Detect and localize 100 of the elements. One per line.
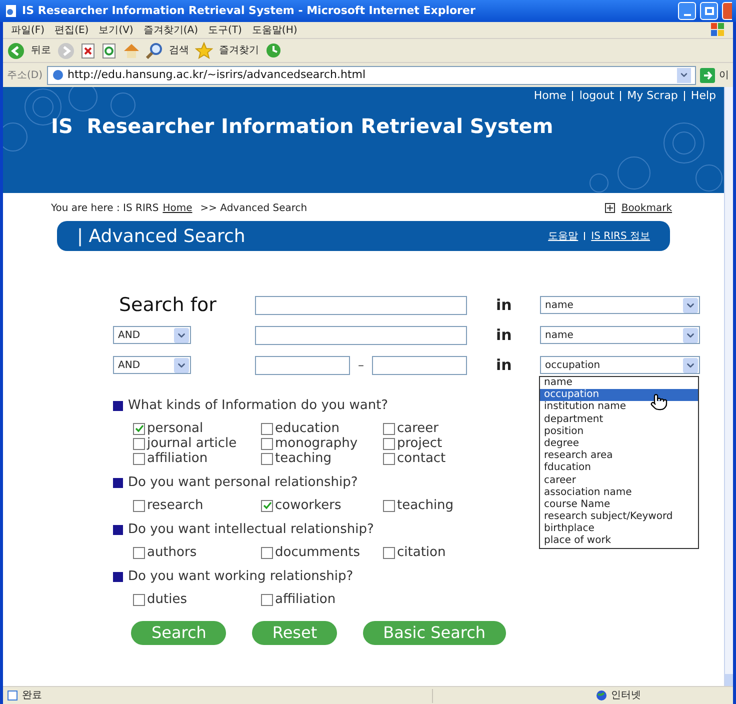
checkbox-label: teaching [275,450,332,468]
checkbox[interactable] [383,452,395,464]
dropdown-option[interactable]: fducation [540,462,698,474]
home-icon[interactable] [123,42,140,58]
checkbox[interactable] [383,546,395,558]
checkbox-label: affiliation [147,450,208,468]
dropdown-option[interactable]: position [540,426,698,438]
dropdown-option[interactable]: research area [540,450,698,462]
checkbox[interactable] [261,500,273,512]
browser-icon [4,4,18,18]
select-field[interactable]: name [540,326,700,344]
bullet-square-icon [113,401,123,411]
go-button-label[interactable]: 이 [719,68,729,82]
search-text-field[interactable] [255,326,467,344]
minimize-button[interactable] [678,2,696,20]
dropdown-option[interactable]: association name [540,486,698,499]
checkbox[interactable] [383,438,395,450]
header-link[interactable]: Home [534,88,566,104]
checkbox[interactable] [133,546,145,558]
checkbox-label: authors [147,544,197,562]
search-for-label: Search for [119,292,216,318]
checkbox-label: citation [397,544,446,562]
select-field[interactable]: occupation [540,356,700,374]
breadcrumb-text: You are here : IS RIRS [51,202,159,216]
dropdown-option[interactable]: career [540,474,698,487]
checkbox[interactable] [133,438,145,450]
select-field[interactable]: AND [113,326,191,344]
search-button-label[interactable]: 검색 [169,43,189,58]
scrollbar[interactable] [724,87,733,686]
dropdown-option[interactable]: research subject/Keyword [540,511,698,524]
select-field[interactable]: name [540,296,700,314]
checkbox-label: documments [275,544,360,562]
checkbox-label: journal article [147,435,237,452]
star-icon[interactable] [195,42,213,59]
menu-item[interactable]: 파일(F) [11,22,45,38]
menu-item[interactable]: 즐겨찾기(A) [143,22,198,38]
dropdown-option[interactable]: course Name [540,498,698,512]
section-question: Do you want working relationship? [128,568,354,586]
section-link[interactable]: IS RIRS 정보 [591,228,650,244]
in-label: in [496,324,513,346]
checkbox-label: monography [275,434,358,452]
dropdown-option[interactable]: occupation [540,389,698,402]
checkbox[interactable] [383,500,395,512]
dropdown-option[interactable]: department [540,414,698,426]
window-title: IS Researcher Information Retrieval System - Microsoft Internet Explorer [22,2,476,19]
section-link[interactable]: 도움말 [548,228,578,244]
checkbox-label: teaching [397,496,454,515]
dropdown-option[interactable]: place of work [540,535,698,548]
search-text-field[interactable] [255,296,467,314]
dropdown-option[interactable]: birthplace [540,523,698,536]
breadcrumb-current: >> Advanced Search [200,202,308,216]
go-arrow-icon[interactable] [700,68,715,82]
range-separator: – [357,357,365,374]
header-link[interactable]: logout [579,88,614,104]
home-link[interactable]: Home [162,200,192,216]
back-icon[interactable] [7,42,25,60]
checkbox-label: research [147,496,204,515]
history-icon[interactable] [265,42,282,59]
bookmark-link[interactable]: Bookmark [621,200,672,216]
checkbox[interactable] [261,546,273,558]
globe-icon [596,690,607,701]
dropdown-option[interactable]: name [540,377,698,390]
checkbox[interactable] [133,452,145,464]
status-text: 완료 [22,689,43,703]
checkbox[interactable] [261,422,273,434]
address-field[interactable]: http://edu.hansung.ac.kr/~isrirs/advancedsearch.html [46,66,696,84]
section-question: What kinds of Information do you want? [128,397,388,416]
checkbox-label: project [397,434,442,452]
checkbox-label: personal [147,420,204,437]
address-label: 주소(D) [7,68,43,82]
maximize-button[interactable] [700,2,718,20]
range-end-field[interactable] [372,356,467,374]
menu-item[interactable]: 도움말(H) [252,22,298,38]
zone-text: 인터넷 [611,689,642,703]
checkbox[interactable] [261,438,273,450]
close-button[interactable] [722,2,732,20]
menu-item[interactable]: 보기(V) [98,22,134,38]
checkbox[interactable] [261,452,273,464]
favorites-button-label[interactable]: 즐겨찾기 [219,43,259,58]
checkbox[interactable] [133,422,145,434]
hand-cursor-icon [650,393,668,412]
checkbox[interactable] [261,594,273,606]
stop-icon[interactable] [81,42,96,58]
select-field[interactable]: AND [113,356,191,374]
checkbox-label: career [397,420,439,437]
back-button-label[interactable]: 뒤로 [31,43,51,58]
checkbox-label: duties [147,590,187,609]
checkbox[interactable] [133,594,145,606]
menu-item[interactable]: 편집(E) [54,22,89,38]
checkbox[interactable] [383,422,395,434]
header-link[interactable]: Help [690,88,716,104]
search-icon[interactable] [146,42,163,59]
refresh-icon[interactable] [102,42,117,58]
checkbox-label: coworkers [275,496,342,515]
range-start-field[interactable] [255,356,350,374]
menu-item[interactable]: 도구(T) [208,22,242,38]
header-link[interactable]: My Scrap [627,88,678,104]
dropdown-option[interactable]: institution name [540,401,698,414]
dropdown-option[interactable]: degree [540,438,698,450]
checkbox[interactable] [133,500,145,512]
